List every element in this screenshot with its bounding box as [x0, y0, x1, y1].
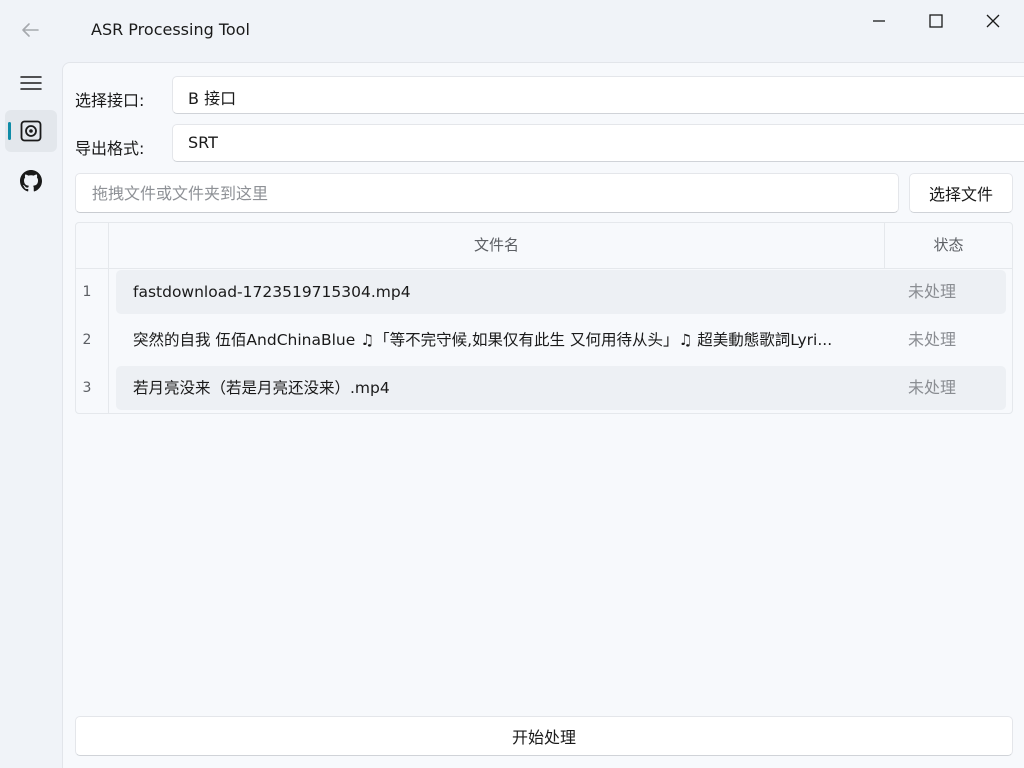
status-cell: 未处理 — [908, 282, 957, 301]
sidebar-item-github[interactable] — [5, 160, 57, 202]
status-cell: 未处理 — [908, 330, 957, 349]
file-name-cell[interactable]: 突然的自我 伍佰AndChinaBlue ♫「等不完守候,如果仅有此生 又何用待… — [133, 318, 873, 362]
arrow-left-icon — [22, 23, 39, 37]
file-name-cell[interactable]: 若月亮没来（若是月亮还没来）.mp4 — [133, 366, 873, 410]
filename-column-header[interactable]: 文件名 — [109, 223, 885, 268]
index-column-header — [76, 223, 109, 268]
back-button[interactable] — [10, 12, 50, 48]
maximize-icon — [929, 14, 943, 28]
format-combobox[interactable]: SRT — [172, 124, 1024, 162]
app-window: ASR Processing Tool 选择接口: B 接口 导出格式: SRT… — [0, 0, 1024, 768]
file-table: 文件名 状态 1 fastdownload-1723519715304.mp4 … — [75, 222, 1013, 414]
navigation-sidebar — [0, 60, 62, 768]
table-row[interactable]: 1 fastdownload-1723519715304.mp4 未处理 — [76, 270, 1012, 314]
hamburger-menu-icon — [20, 76, 42, 90]
table-row[interactable]: 2 突然的自我 伍佰AndChinaBlue ♫「等不完守候,如果仅有此生 又何… — [76, 318, 1012, 362]
interface-value: B 接口 — [188, 89, 237, 108]
maximize-button[interactable] — [913, 8, 959, 34]
asr-record-icon — [20, 120, 42, 142]
row-index: 1 — [82, 284, 92, 300]
close-icon — [986, 14, 1000, 28]
title-bar: ASR Processing Tool — [0, 0, 1024, 60]
selection-indicator — [8, 122, 11, 140]
close-button[interactable] — [970, 8, 1016, 34]
file-drop-input[interactable] — [75, 173, 899, 213]
window-title: ASR Processing Tool — [91, 20, 250, 39]
sidebar-item-menu[interactable] — [5, 62, 57, 104]
table-row[interactable]: 3 若月亮没来（若是月亮还没来）.mp4 未处理 — [76, 366, 1012, 410]
interface-label: 选择接口: — [75, 91, 145, 110]
status-cell: 未处理 — [908, 378, 957, 397]
minimize-button[interactable] — [856, 8, 902, 34]
row-index: 2 — [82, 332, 92, 348]
table-header: 文件名 状态 — [76, 223, 1012, 269]
github-icon — [20, 170, 42, 192]
sidebar-item-asr[interactable] — [5, 110, 57, 152]
main-content: 选择接口: B 接口 导出格式: SRT 选择文件 文件名 状态 — [62, 62, 1024, 768]
status-column-header[interactable]: 状态 — [885, 223, 1012, 268]
row-index: 3 — [82, 380, 92, 396]
start-processing-button[interactable]: 开始处理 — [75, 716, 1013, 756]
file-name-cell[interactable]: fastdownload-1723519715304.mp4 — [133, 270, 873, 314]
minimize-icon — [873, 20, 885, 22]
format-label: 导出格式: — [75, 139, 145, 158]
interface-combobox[interactable]: B 接口 — [172, 76, 1024, 114]
format-value: SRT — [188, 133, 218, 152]
select-file-button[interactable]: 选择文件 — [909, 173, 1013, 213]
